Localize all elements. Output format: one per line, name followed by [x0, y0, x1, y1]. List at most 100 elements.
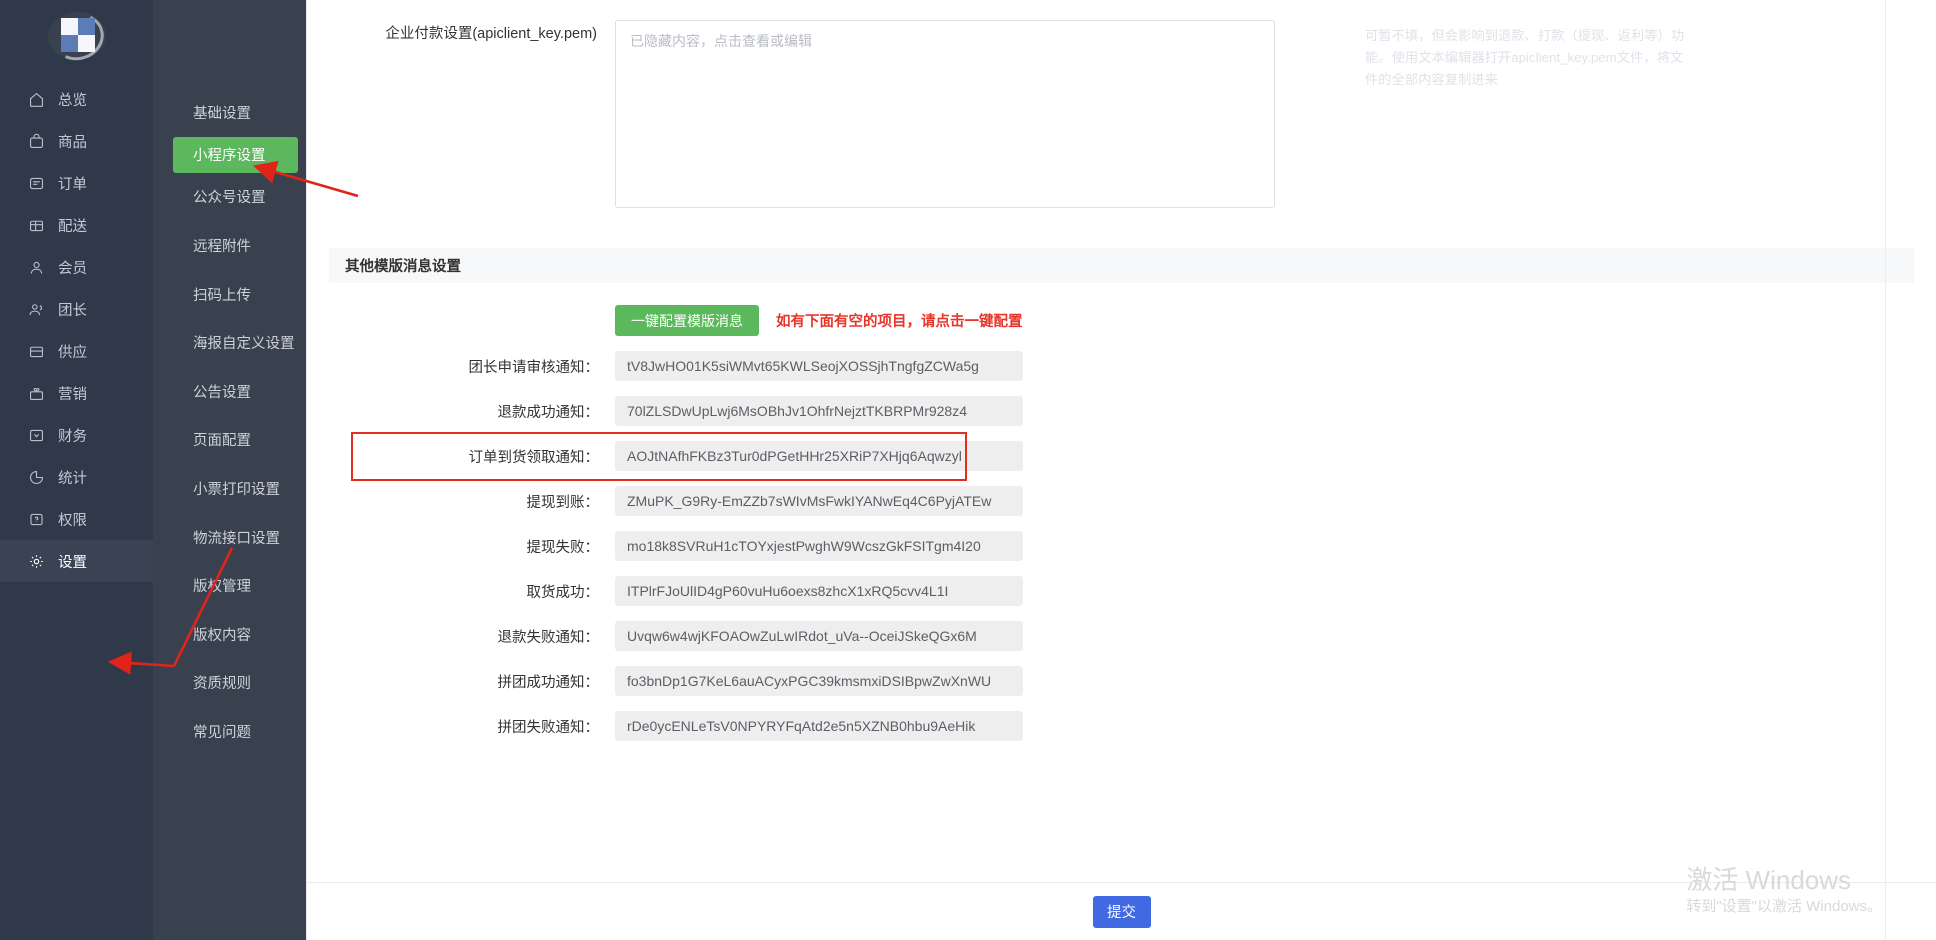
sidebar-item-label: 商品 — [58, 134, 87, 151]
pem-help-text: 可暂不填，但会影响到退款、打款（提现、返利等）功能。使用文本编辑器打开apicl… — [1365, 28, 1685, 87]
field-row: 提现失败： — [307, 531, 1936, 561]
submenu-item-remote-attachment[interactable]: 远程附件 — [153, 221, 306, 270]
field-label: 取货成功： — [526, 584, 600, 601]
sidebar-item-orders[interactable]: 订单 — [0, 162, 153, 204]
field-label: 退款失败通知： — [497, 629, 600, 646]
submenu-item-label: 公告设置 — [193, 384, 251, 401]
section-header-template-messages: 其他模版消息设置 — [329, 248, 1914, 283]
sidebar-item-goods[interactable]: 商品 — [0, 120, 153, 162]
field-input-refund-fail[interactable] — [615, 621, 1023, 651]
field-input-pickup-success[interactable] — [615, 576, 1023, 606]
sidebar-item-finance[interactable]: 财务 — [0, 414, 153, 456]
content-area: 企业付款设置(apiclient_key.pem) 已隐藏内容，点击查看或编辑 … — [306, 0, 1936, 940]
field-input-group-leader-audit[interactable] — [615, 351, 1023, 381]
one-key-config-note: 如有下面有空的项目，请点击一键配置 — [776, 314, 1023, 330]
pem-textarea[interactable]: 已隐藏内容，点击查看或编辑 — [615, 20, 1275, 208]
field-input-withdraw-fail[interactable] — [615, 531, 1023, 561]
submenu-item-logistics-api[interactable]: 物流接口设置 — [153, 513, 306, 562]
home-icon — [28, 91, 45, 108]
submenu-item-label: 资质规则 — [193, 676, 251, 693]
finance-icon — [28, 427, 45, 444]
sidebar-item-label: 权限 — [58, 512, 87, 529]
sidebar-item-label: 会员 — [58, 260, 87, 277]
field-label: 订单到货领取通知： — [468, 449, 600, 466]
field-label: 退款成功通知： — [497, 404, 600, 421]
user-icon — [28, 259, 45, 276]
field-row: 退款成功通知： — [307, 396, 1936, 426]
submenu-item-copyright-content[interactable]: 版权内容 — [153, 610, 306, 659]
sidebar-item-label: 团长 — [58, 302, 87, 319]
marketing-icon — [28, 385, 45, 402]
pem-field-label: 企业付款设置(apiclient_key.pem) — [385, 26, 597, 42]
field-input-refund-success[interactable] — [615, 396, 1023, 426]
field-input-group-buy-success[interactable] — [615, 666, 1023, 696]
submenu-item-copyright-manage[interactable]: 版权管理 — [153, 561, 306, 610]
settings-form: 企业付款设置(apiclient_key.pem) 已隐藏内容，点击查看或编辑 … — [307, 0, 1936, 882]
field-label: 拼团失败通知： — [497, 719, 600, 736]
submenu-item-label: 常见问题 — [193, 724, 251, 741]
field-row: 团长申请审核通知： — [307, 351, 1936, 381]
submenu-item-basic-settings[interactable]: 基础设置 — [153, 88, 306, 137]
field-row: 提现到账： — [307, 486, 1936, 516]
field-row-highlighted: 订单到货领取通知： — [307, 432, 1936, 481]
delivery-icon — [28, 217, 45, 234]
submenu-item-label: 扫码上传 — [193, 287, 251, 304]
section-title: 其他模版消息设置 — [345, 259, 461, 275]
bag-icon — [28, 133, 45, 150]
field-label: 团长申请审核通知： — [468, 359, 600, 376]
field-row: 取货成功： — [307, 576, 1936, 606]
submenu-item-label: 物流接口设置 — [193, 530, 280, 547]
submit-button[interactable]: 提交 — [1092, 895, 1151, 928]
field-label: 提现到账： — [526, 494, 600, 511]
gear-icon — [28, 553, 45, 570]
sidebar-item-statistics[interactable]: 统计 — [0, 456, 153, 498]
submenu-item-label: 基础设置 — [193, 105, 251, 122]
field-row: 拼团失败通知： — [307, 711, 1936, 741]
field-label: 拼团成功通知： — [497, 674, 600, 691]
field-row: 退款失败通知： — [307, 621, 1936, 651]
onekey-config-row: 一键配置模版消息 如有下面有空的项目，请点击一键配置 — [307, 305, 1936, 336]
field-input-order-arrival-pickup[interactable] — [615, 441, 1023, 471]
sidebar-item-group-leader[interactable]: 团长 — [0, 288, 153, 330]
primary-nav-list: 总览 商品 订单 配送 会员 团长 供应 营销 财务 统计 权限 设置 — [0, 72, 153, 582]
submenu-item-label: 海报自定义设置 — [193, 336, 295, 353]
submenu-item-announcement[interactable]: 公告设置 — [153, 367, 306, 416]
app-root: 总览 商品 订单 配送 会员 团长 供应 营销 财务 统计 权限 设置 基础设置… — [0, 0, 1936, 940]
one-key-config-button[interactable]: 一键配置模版消息 — [615, 305, 759, 336]
sidebar-item-overview[interactable]: 总览 — [0, 78, 153, 120]
sidebar-item-label: 订单 — [58, 176, 87, 193]
logo-checker-icon — [60, 18, 95, 52]
submenu-item-label: 小票打印设置 — [193, 481, 280, 498]
form-footer: 提交 — [307, 882, 1936, 940]
submenu-item-scan-upload[interactable]: 扫码上传 — [153, 270, 306, 319]
chart-icon — [28, 469, 45, 486]
secondary-sidebar: 基础设置 小程序设置 公众号设置 远程附件 扫码上传 海报自定义设置 公告设置 … — [153, 0, 306, 940]
submenu-item-qualification[interactable]: 资质规则 — [153, 659, 306, 708]
sidebar-item-supply[interactable]: 供应 — [0, 330, 153, 372]
submenu-item-poster-custom[interactable]: 海报自定义设置 — [153, 318, 306, 367]
supply-icon — [28, 343, 45, 360]
submenu-item-faq[interactable]: 常见问题 — [153, 707, 306, 756]
content-right-divider — [1885, 0, 1886, 940]
sidebar-item-label: 营销 — [58, 386, 87, 403]
submenu-item-page-config[interactable]: 页面配置 — [153, 416, 306, 465]
submenu-item-receipt-print[interactable]: 小票打印设置 — [153, 464, 306, 513]
sidebar-item-permission[interactable]: 权限 — [0, 498, 153, 540]
primary-sidebar: 总览 商品 订单 配送 会员 团长 供应 营销 财务 统计 权限 设置 — [0, 0, 153, 940]
submenu-item-official-account[interactable]: 公众号设置 — [153, 173, 306, 222]
field-input-group-buy-fail[interactable] — [615, 711, 1023, 741]
sidebar-item-label: 设置 — [58, 554, 87, 571]
submenu-item-miniprogram[interactable]: 小程序设置 — [173, 136, 298, 173]
sidebar-item-marketing[interactable]: 营销 — [0, 372, 153, 414]
sidebar-item-delivery[interactable]: 配送 — [0, 204, 153, 246]
permission-icon — [28, 511, 45, 528]
field-input-withdraw-arrival[interactable] — [615, 486, 1023, 516]
logo-mark — [45, 7, 110, 67]
submenu-item-label: 小程序设置 — [193, 148, 266, 165]
sidebar-item-settings[interactable]: 设置 — [0, 540, 153, 582]
pem-field-row: 企业付款设置(apiclient_key.pem) 已隐藏内容，点击查看或编辑 … — [307, 0, 1936, 208]
sidebar-item-label: 总览 — [58, 92, 87, 109]
submenu-item-label: 公众号设置 — [193, 190, 266, 207]
brand-logo[interactable] — [0, 0, 153, 72]
sidebar-item-members[interactable]: 会员 — [0, 246, 153, 288]
